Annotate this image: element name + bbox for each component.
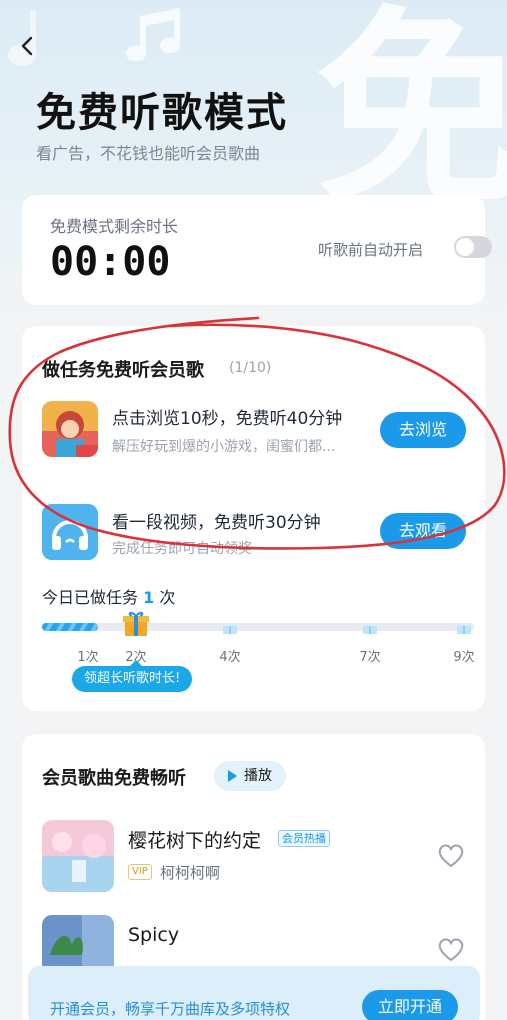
task-title: 看一段视频，免费听30分钟 <box>112 513 321 533</box>
auto-enable-toggle[interactable] <box>454 236 492 258</box>
watch-button[interactable]: 去观看 <box>380 513 466 549</box>
vip-badge: VIP <box>128 864 152 880</box>
game-app-icon <box>42 401 98 457</box>
play-all-button[interactable]: 播放 <box>214 761 286 791</box>
task-progress-track <box>42 623 474 631</box>
songs-section-title: 会员歌曲免费畅听 <box>42 768 186 789</box>
gift-icon <box>456 623 472 634</box>
watermark-character: 免 <box>314 0 507 233</box>
page-subtitle: 看广告，不花钱也能听会员歌曲 <box>36 144 261 163</box>
song-title[interactable]: 樱花树下的约定 <box>128 826 261 853</box>
step-label: 4次 <box>219 650 241 665</box>
task-description: 完成任务即可自动领奖 <box>112 541 252 557</box>
toggle-knob <box>456 238 474 256</box>
play-label: 播放 <box>244 768 272 784</box>
heart-icon[interactable] <box>436 934 466 964</box>
heart-icon[interactable] <box>436 840 466 870</box>
task-description: 解压好玩到爆的小游戏，闺蜜们都... <box>112 439 336 455</box>
remaining-time-value: 00:00 <box>50 239 171 285</box>
song-title[interactable]: Spicy <box>128 924 179 946</box>
play-icon <box>228 770 237 782</box>
task-progress-fill <box>42 623 99 631</box>
reward-tooltip[interactable]: 领超长听歌时长! <box>72 660 193 692</box>
gift-icon <box>362 623 378 634</box>
open-vip-button[interactable]: 立即开通 <box>362 990 458 1020</box>
back-button[interactable] <box>16 34 44 62</box>
step-label: 9次 <box>453 650 475 665</box>
step-label: 7次 <box>359 650 381 665</box>
auto-enable-label: 听歌前自动开启 <box>318 241 424 259</box>
song-cover[interactable] <box>42 820 114 892</box>
browse-button[interactable]: 去浏览 <box>380 412 466 448</box>
tasks-done-prefix: 今日已做任务 <box>42 588 139 607</box>
tasks-done-count: 1 <box>143 588 155 607</box>
task-card: 做任务免费听会员歌 (1/10) 点击浏览10秒，免费听40分钟 解压好玩到爆的… <box>22 326 485 711</box>
page-title: 免费听歌模式 <box>36 90 288 136</box>
tasks-done-today: 今日已做任务 1 次 <box>42 584 175 608</box>
task-title: 点击浏览10秒，免费听40分钟 <box>112 409 343 429</box>
remaining-time-label: 免费模式剩余时长 <box>50 217 179 236</box>
gift-icon <box>123 611 149 636</box>
vip-promo-bar: 开通会员，畅享千万曲库及多项特权 立即开通 <box>28 966 480 1020</box>
tasks-done-suffix: 次 <box>159 588 176 607</box>
hot-tag: 会员热播 <box>278 830 330 847</box>
task-count: (1/10) <box>229 360 272 376</box>
vip-promo-text: 开通会员，畅享千万曲库及多项特权 <box>50 1000 291 1018</box>
task-section-title: 做任务免费听会员歌 <box>42 360 204 381</box>
music-note-icon <box>126 8 180 62</box>
timer-card: 免费模式剩余时长 00:00 听歌前自动开启 <box>22 195 492 305</box>
song-artist[interactable]: 柯柯柯啊 <box>160 862 220 883</box>
gift-icon <box>222 623 238 634</box>
chevron-left-icon <box>21 36 33 56</box>
headphones-icon <box>42 504 98 560</box>
step-label: 1次 <box>77 650 99 665</box>
